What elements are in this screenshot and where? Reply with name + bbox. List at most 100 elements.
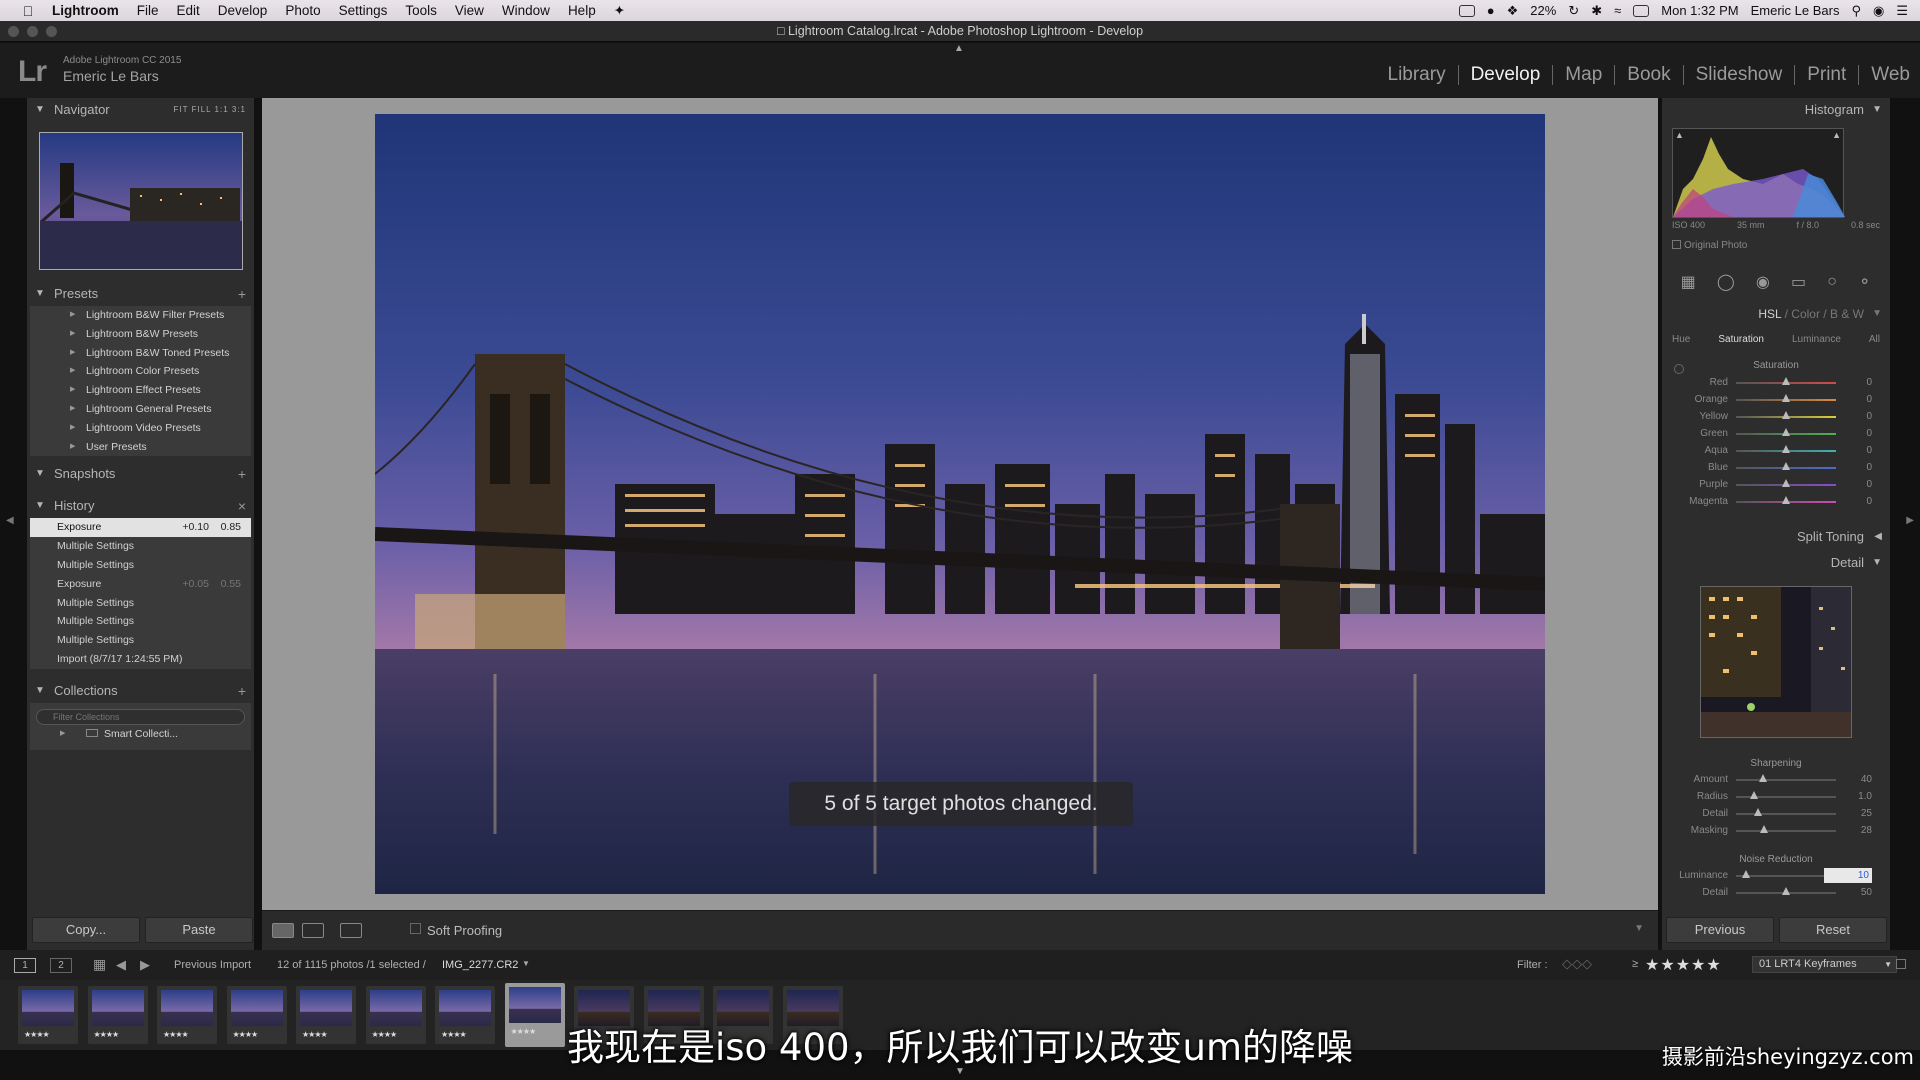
right-panel-toggle-icon[interactable]: ▶ (1906, 515, 1914, 526)
detail-header[interactable]: Detail ▼ (1662, 551, 1890, 575)
preset-folder[interactable]: ▶ Lightroom B&W Filter Presets (30, 306, 251, 325)
add-preset-icon[interactable]: + (238, 282, 246, 306)
slider-row-detail[interactable]: Detail 25 (1672, 805, 1880, 822)
slider-row-purple[interactable]: Purple 0 (1672, 476, 1880, 493)
red-eye-icon[interactable]: ◉ (1756, 272, 1770, 292)
filter-lock-icon[interactable] (1896, 959, 1906, 969)
slider-row-aqua[interactable]: Aqua 0 (1672, 442, 1880, 459)
menu-clock[interactable]: Mon 1:32 PM (1661, 3, 1738, 18)
rating-operator-icon[interactable]: ≥ (1632, 958, 1638, 970)
module-web[interactable]: Web (1859, 65, 1912, 85)
slider-value[interactable]: 0 (1866, 476, 1872, 493)
filter-preset-select[interactable]: 01 LRT4 Keyframes ▼ (1752, 956, 1897, 973)
slider-row-amount[interactable]: Amount 40 (1672, 771, 1880, 788)
preset-folder[interactable]: ▶ User Presets (30, 438, 251, 457)
loupe-view-icon[interactable] (272, 923, 294, 938)
menu-help[interactable]: Help (568, 3, 596, 18)
module-develop[interactable]: Develop (1459, 65, 1554, 85)
slider-value[interactable]: 10 (1824, 868, 1872, 883)
radial-filter-icon[interactable]: ○ (1827, 273, 1837, 291)
before-after-icon[interactable] (302, 923, 324, 938)
collections-filter-input[interactable] (36, 708, 245, 725)
module-book[interactable]: Book (1615, 65, 1684, 85)
slider-thumb[interactable] (1782, 445, 1790, 453)
slider-row-luminance[interactable]: Luminance 10 (1672, 867, 1880, 884)
spot-removal-icon[interactable]: ◯ (1717, 272, 1735, 292)
forward-arrow-icon[interactable]: ▶ (140, 957, 150, 973)
slider-value[interactable]: 1.0 (1858, 788, 1872, 805)
menu-edit[interactable]: Edit (177, 3, 200, 18)
soft-proofing-checkbox[interactable] (410, 923, 421, 934)
menu-settings[interactable]: Settings (339, 3, 388, 18)
history-item[interactable]: Multiple Settings (30, 556, 251, 575)
module-slideshow[interactable]: Slideshow (1684, 65, 1796, 85)
bluetooth-icon[interactable]: ✱ (1591, 3, 1602, 19)
menu-develop[interactable]: Develop (218, 3, 268, 18)
time-machine-icon[interactable]: ↻ (1568, 3, 1579, 19)
copy-settings-button[interactable]: Copy... (32, 917, 140, 943)
shadow-clipping-icon[interactable]: ▲ (1675, 130, 1684, 140)
histogram[interactable]: ▲ ▲ (1672, 128, 1845, 218)
left-panel-toggle-icon[interactable]: ◀ (6, 515, 14, 526)
slider-thumb[interactable] (1750, 791, 1758, 799)
hsl-mode-bw[interactable]: B & W (1830, 307, 1864, 321)
slider-track[interactable] (1736, 875, 1836, 877)
menu-app-name[interactable]: Lightroom (52, 3, 119, 18)
adjustment-brush-icon[interactable]: ⚬ (1858, 272, 1871, 292)
slider-thumb[interactable] (1782, 462, 1790, 470)
menu-user[interactable]: Emeric Le Bars (1751, 3, 1840, 18)
slider-track[interactable] (1736, 779, 1836, 781)
window-zoom-button[interactable] (46, 26, 57, 37)
slider-thumb[interactable] (1782, 411, 1790, 419)
slider-row-magenta[interactable]: Magenta 0 (1672, 493, 1880, 510)
preset-folder[interactable]: ▶ Lightroom Video Presets (30, 419, 251, 438)
dropbox-icon[interactable]: ❖ (1507, 3, 1519, 19)
battery-status[interactable]: 22% (1530, 3, 1556, 18)
slider-thumb[interactable] (1782, 496, 1790, 504)
preset-folder[interactable]: ▶ Lightroom B&W Toned Presets (30, 344, 251, 363)
graduated-filter-icon[interactable]: ▭ (1791, 272, 1806, 292)
slider-value[interactable]: 0 (1866, 391, 1872, 408)
slider-thumb[interactable] (1760, 825, 1768, 833)
navigator-zoom-options[interactable]: FIT FILL 1:1 3:1 (174, 98, 246, 122)
add-snapshot-icon[interactable]: + (238, 462, 246, 486)
slider-value[interactable]: 0 (1866, 442, 1872, 459)
presets-header[interactable]: ▼ Presets + (27, 282, 254, 306)
slider-thumb[interactable] (1782, 394, 1790, 402)
script-icon[interactable]: ✦ (614, 3, 625, 19)
module-map[interactable]: Map (1553, 65, 1616, 85)
before-after-split-icon[interactable] (340, 923, 362, 938)
history-item[interactable]: Multiple Settings (30, 537, 251, 556)
rating-filter-stars[interactable]: ★★★★★ (1645, 955, 1722, 975)
slider-value[interactable]: 28 (1861, 822, 1872, 839)
preset-folder[interactable]: ▶ Lightroom General Presets (30, 400, 251, 419)
slider-row-yellow[interactable]: Yellow 0 (1672, 408, 1880, 425)
slider-row-blue[interactable]: Blue 0 (1672, 459, 1880, 476)
hsl-mode-color[interactable]: Color (1791, 307, 1820, 321)
previous-button[interactable]: Previous (1666, 917, 1774, 943)
slider-thumb[interactable] (1742, 870, 1750, 878)
top-panel-toggle-icon[interactable]: ▲ (954, 43, 964, 54)
tab-luminance[interactable]: Luminance (1792, 331, 1841, 348)
creative-cloud-icon[interactable]: ● (1487, 3, 1495, 18)
slider-value[interactable]: 50 (1861, 884, 1872, 901)
spotlight-icon[interactable]: ⚲ (1851, 3, 1861, 19)
slider-value[interactable]: 0 (1866, 374, 1872, 391)
preset-folder[interactable]: ▶ Lightroom B&W Presets (30, 325, 251, 344)
history-item[interactable]: Import (8/7/17 1:24:55 PM) (30, 650, 251, 669)
slider-row-green[interactable]: Green 0 (1672, 425, 1880, 442)
notification-center-icon[interactable]: ☰ (1896, 3, 1908, 19)
menu-file[interactable]: File (137, 3, 159, 18)
airplay-icon[interactable] (1633, 4, 1650, 17)
filmstrip-source[interactable]: Previous Import (174, 959, 251, 971)
toolbar-menu-icon[interactable]: ▼ (1634, 923, 1644, 934)
slider-value[interactable]: 0 (1866, 459, 1872, 476)
snapshots-header[interactable]: ▼ Snapshots + (27, 462, 254, 486)
wifi-icon[interactable]: ≈ (1614, 3, 1621, 18)
filmstrip-filename[interactable]: IMG_2277.CR2 (442, 959, 518, 971)
clear-history-icon[interactable]: × (238, 494, 246, 518)
hsl-header[interactable]: HSL / Color / B & W ▼ (1662, 303, 1890, 325)
menu-tools[interactable]: Tools (405, 3, 437, 18)
module-library[interactable]: Library (1376, 65, 1459, 85)
smart-collection-set[interactable]: ▶ Smart Collecti... (36, 725, 245, 744)
